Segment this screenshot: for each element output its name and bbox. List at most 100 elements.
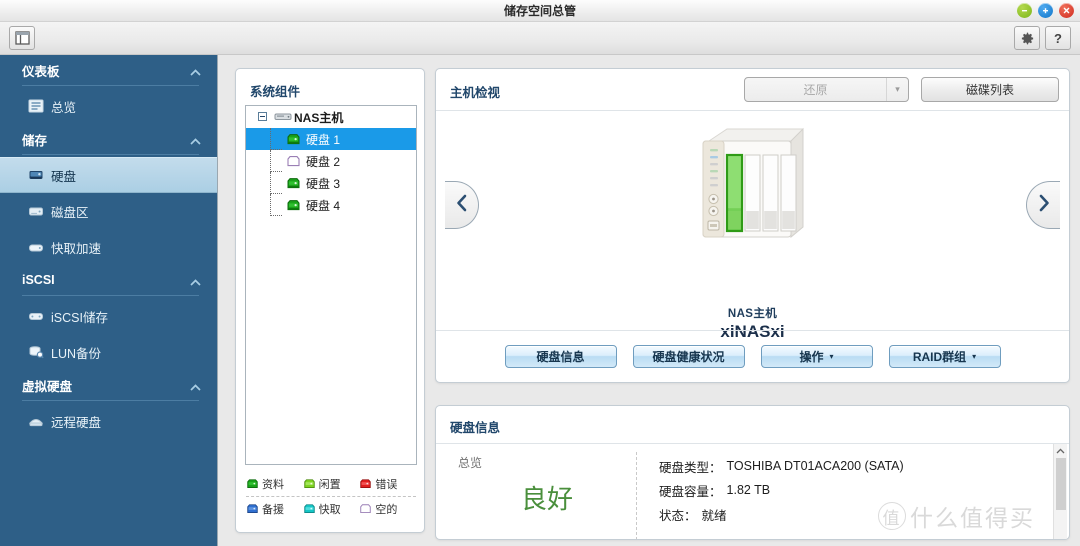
window-titlebar: 储存空间总管 [0, 0, 1080, 22]
raid-group-menu-button[interactable]: RAID群组 ▾ [888, 345, 1001, 368]
sidebar-divider [22, 400, 199, 401]
disk-empty-icon [286, 155, 300, 168]
tree-branch-line [270, 128, 282, 150]
remote-disk-icon [28, 414, 44, 428]
sidebar-item-remote-disk[interactable]: 远程硬盘 [0, 403, 217, 439]
sidebar-divider [22, 85, 199, 86]
disk-type-label: 硬盘类型： [659, 460, 722, 475]
tree-collapse-toggle[interactable] [258, 112, 267, 121]
prev-device-button[interactable] [445, 181, 479, 229]
tree-node-nas-host[interactable]: NAS主机 [246, 106, 416, 128]
sidebar-item-label: 快取加速 [51, 241, 102, 256]
disk-list-button[interactable]: 磁碟列表 [921, 77, 1059, 102]
disk-lightgreen-icon [303, 478, 316, 490]
sidebar-item-lun-backup[interactable]: LUN备份 [0, 334, 217, 370]
chevron-left-icon [455, 194, 469, 217]
disk-info-button-label: 硬盘信息 [536, 350, 585, 364]
gear-icon[interactable] [1014, 26, 1040, 50]
sidebar-item-overview[interactable]: 总览 [0, 88, 217, 124]
tree-node-disk-2[interactable]: 硬盘 2 [246, 150, 416, 172]
sidebar-group-virtual-disk[interactable]: 虚拟硬盘 [0, 370, 217, 400]
sidebar-item-harddisk[interactable]: 硬盘 [0, 157, 217, 193]
sidebar-item-label: LUN备份 [51, 346, 102, 361]
sidebar-item-cache[interactable]: 快取加速 [0, 229, 217, 265]
minimize-button[interactable] [1017, 3, 1032, 18]
nas-host-icon [274, 111, 292, 124]
disk-info-scrollbar[interactable] [1053, 444, 1067, 539]
tree-node-label: 硬盘 4 [306, 198, 341, 213]
legend-label: 闲置 [318, 479, 341, 491]
legend-item-idle: 闲置 [303, 476, 360, 492]
tree-branch-line [270, 172, 282, 194]
sidebar-group-label: iSCSI [22, 273, 55, 287]
disk-red-icon [359, 478, 372, 490]
chevron-up-icon[interactable] [1054, 444, 1067, 458]
disk-info-button[interactable]: 硬盘信息 [504, 345, 617, 368]
sidebar-group-iscsi[interactable]: iSCSI [0, 265, 217, 295]
sidebar-divider [22, 295, 199, 296]
sidebar-item-iscsi-storage[interactable]: iSCSI储存 [0, 298, 217, 334]
sidebar-item-volume[interactable]: 磁盘区 [0, 193, 217, 229]
legend-label: 错误 [375, 479, 398, 491]
operations-menu-button[interactable]: 操作 ▾ [760, 345, 873, 368]
raid-group-button-label: RAID群组 [912, 350, 967, 364]
device-stage [436, 111, 1069, 311]
system-components-panel: 系统组件 NAS主机 硬盘 1 硬盘 2 硬盘 3 硬盘 4 资料 闲置 错误 … [235, 68, 425, 533]
legend-item-error: 错误 [359, 476, 416, 492]
disk-capacity-label: 硬盘容量： [659, 484, 722, 499]
disk-green-icon [246, 478, 259, 490]
legend-item-spare: 备援 [246, 501, 303, 517]
disk-health-button[interactable]: 硬盘健康状况 [632, 345, 745, 368]
disk-empty-icon [359, 503, 372, 515]
nas-device-image[interactable] [691, 123, 815, 256]
next-device-button[interactable] [1026, 181, 1060, 229]
tree-node-label: 硬盘 2 [306, 154, 341, 169]
sidebar-group-label: 仪表板 [22, 64, 60, 79]
sidebar-divider [22, 154, 199, 155]
restore-button-label: 还原 [803, 83, 828, 97]
host-action-bar: 硬盘信息 硬盘健康状况 操作 ▾ RAID群组 ▾ [436, 330, 1069, 382]
disk-type-value: TOSHIBA DT01ACA200 (SATA) [726, 459, 904, 473]
disk-status-label: 状态： [659, 508, 697, 523]
harddisk-icon [28, 168, 44, 182]
disk-info-header: 硬盘信息 [436, 406, 1069, 444]
host-view-header: 主机检视 还原 ▾ 磁碟列表 [436, 69, 1069, 111]
sidebar: 仪表板 总览 储存 硬盘 磁盘区 快取加速 iSCSI iSCSI储存 LUN备… [0, 55, 218, 546]
panel-layout-icon[interactable] [9, 26, 35, 50]
tree-branch-line [270, 194, 282, 216]
disk-cyan-icon [303, 503, 316, 515]
chevron-right-icon [1037, 194, 1051, 217]
device-tree[interactable]: NAS主机 硬盘 1 硬盘 2 硬盘 3 硬盘 4 [245, 105, 417, 465]
maximize-button[interactable] [1038, 3, 1053, 18]
scrollbar-thumb[interactable] [1056, 458, 1066, 510]
legend-item-cache: 快取 [303, 501, 360, 517]
tree-node-label: 硬盘 1 [306, 132, 341, 147]
disk-detail-row: 状态： 就绪 [659, 502, 1069, 526]
sidebar-group-label: 储存 [22, 133, 48, 148]
legend-item-empty: 空的 [359, 501, 416, 517]
sidebar-group-dashboard[interactable]: 仪表板 [0, 55, 217, 85]
chevron-down-icon: ▾ [886, 78, 908, 101]
tree-node-disk-1[interactable]: 硬盘 1 [246, 128, 416, 150]
sidebar-item-label: 远程硬盘 [51, 415, 102, 430]
disk-info-body: 总览 良好 硬盘类型： TOSHIBA DT01ACA200 (SATA) 硬盘… [436, 444, 1069, 539]
legend-label: 空的 [375, 504, 398, 516]
sidebar-group-storage[interactable]: 储存 [0, 124, 217, 154]
disk-state-legend: 资料 闲置 错误 备援 快取 空的 [246, 473, 416, 520]
chevron-up-icon [190, 134, 201, 148]
disk-info-title: 硬盘信息 [450, 421, 501, 435]
disk-info-panel: 硬盘信息 总览 良好 硬盘类型： TOSHIBA DT01ACA200 (SAT… [435, 405, 1070, 540]
disk-list-button-label: 磁碟列表 [965, 83, 1014, 97]
operations-button-label: 操作 [799, 350, 824, 364]
close-button[interactable] [1059, 3, 1074, 18]
legend-label: 快取 [318, 504, 341, 516]
tree-node-disk-3[interactable]: 硬盘 3 [246, 172, 416, 194]
sidebar-item-label: 磁盘区 [51, 205, 89, 220]
help-button[interactable]: ? [1045, 26, 1071, 50]
tree-node-disk-4[interactable]: 硬盘 4 [246, 194, 416, 216]
chevron-up-icon [190, 275, 201, 289]
window-controls [1017, 3, 1074, 18]
legend-divider [246, 496, 416, 497]
restore-button[interactable]: 还原 ▾ [744, 77, 909, 102]
disk-detail-row: 硬盘类型： TOSHIBA DT01ACA200 (SATA) [659, 454, 1069, 478]
